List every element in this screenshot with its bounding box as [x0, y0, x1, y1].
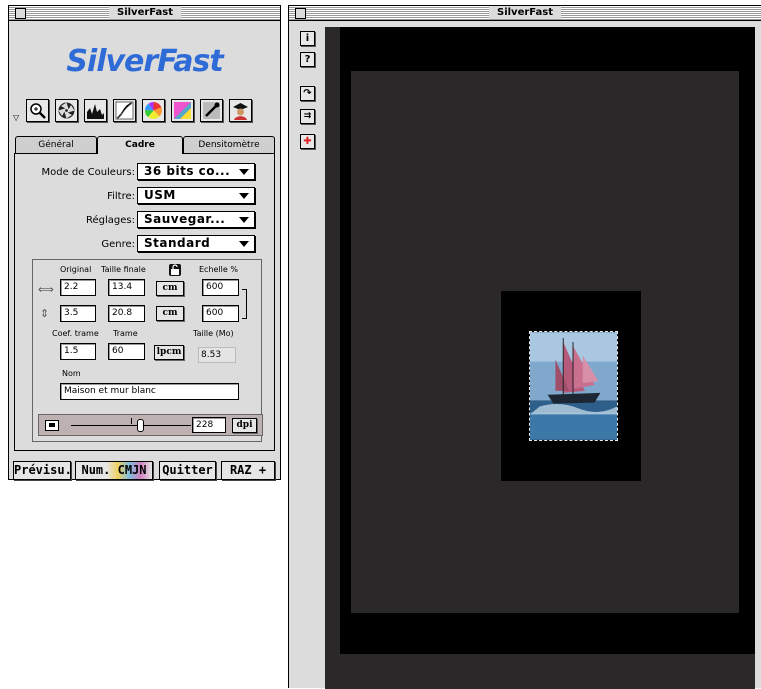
genre-dropdown[interactable]: Standard: [137, 235, 255, 252]
help-button[interactable]: ?: [300, 52, 315, 67]
width-arrow-icon: ⟺: [38, 283, 54, 296]
resolution-field[interactable]: 228: [192, 417, 226, 433]
trame-unit-button[interactable]: lpcm: [154, 345, 184, 360]
preview-area[interactable]: [325, 27, 755, 689]
histogram-icon[interactable]: [84, 99, 107, 122]
chevron-down-icon: [239, 193, 249, 199]
scan-selection[interactable]: [529, 331, 618, 441]
color-wheel-icon[interactable]: [142, 99, 165, 122]
taille-mo-label: Taille (Mo): [193, 329, 234, 338]
mode-couleurs-dropdown[interactable]: 36 bits co...: [137, 163, 255, 180]
original-header: Original: [60, 265, 92, 274]
mode-couleurs-label: Mode de Couleurs:: [41, 167, 135, 178]
reglages-value: Sauvegar...: [144, 212, 226, 226]
reglages-label: Réglages:: [86, 215, 135, 226]
pipette-red-icon[interactable]: ✚: [300, 134, 315, 149]
echelle-header: Echelle %: [199, 265, 238, 274]
aperture-icon[interactable]: [55, 99, 78, 122]
window-title: SilverFast: [108, 6, 182, 19]
slider-mode-icon[interactable]: [45, 420, 59, 431]
lock-icon[interactable]: [169, 264, 181, 276]
width-original-field[interactable]: 2.2: [60, 279, 96, 296]
info-button[interactable]: i: [300, 31, 315, 46]
nom-field[interactable]: Maison et mur blanc: [60, 383, 239, 400]
scale-link-bracket[interactable]: [242, 289, 247, 319]
chevron-down-icon: [239, 217, 249, 223]
taille-finale-header: Taille finale: [101, 265, 146, 274]
window-title: SilverFast: [488, 6, 562, 19]
height-original-field[interactable]: 3.5: [60, 305, 96, 322]
reglages-dropdown[interactable]: Sauvegar...: [137, 211, 255, 228]
preview-button[interactable]: Prévisu.: [13, 461, 72, 480]
close-box[interactable]: [15, 8, 26, 19]
selective-color-icon[interactable]: [171, 99, 194, 122]
filtre-label: Filtre:: [107, 191, 135, 202]
silverfast-control-window: SilverFast SilverFast ▽ Général Cadre De…: [8, 5, 281, 480]
height-arrow-icon: ⇕: [40, 307, 50, 320]
filtre-value: USM: [144, 188, 176, 202]
genre-value: Standard: [144, 236, 211, 250]
rotate-icon[interactable]: ↷: [300, 86, 315, 101]
reset-button[interactable]: RAZ +: [221, 461, 275, 480]
magnifier-icon[interactable]: [26, 99, 49, 122]
width-final-field[interactable]: 13.4: [108, 279, 145, 296]
close-box[interactable]: [295, 8, 306, 19]
resolution-unit-button[interactable]: dpi: [232, 418, 257, 433]
height-unit-button[interactable]: cm: [156, 306, 184, 321]
tab-cadre[interactable]: Cadre: [97, 136, 183, 154]
genre-label: Genre:: [101, 239, 135, 250]
tab-general[interactable]: Général: [15, 136, 97, 153]
taille-mo-value: 8.53: [198, 347, 237, 363]
sailboat-image: [530, 332, 617, 440]
trame-label: Trame: [113, 329, 138, 338]
nom-label: Nom: [62, 369, 81, 378]
slider-thumb[interactable]: [137, 419, 144, 432]
width-unit-button[interactable]: cm: [156, 281, 184, 296]
height-final-field[interactable]: 20.8: [108, 305, 145, 322]
chevron-down-icon: [239, 241, 249, 247]
mode-couleurs-value: 36 bits co...: [144, 164, 231, 178]
filtre-dropdown[interactable]: USM: [137, 187, 255, 204]
preview-scan-bed: [351, 71, 739, 613]
gradation-curve-icon[interactable]: [113, 99, 136, 122]
width-scale-field[interactable]: 600: [202, 279, 239, 296]
resolution-slider[interactable]: [38, 414, 263, 436]
flip-icon[interactable]: ⇉: [300, 109, 315, 124]
coef-trame-field[interactable]: 1.5: [60, 343, 96, 360]
chevron-down-icon: [239, 169, 249, 175]
scan-button[interactable]: Num. CMJN: [75, 461, 153, 480]
trame-field[interactable]: 60: [108, 343, 145, 360]
quit-button[interactable]: Quitter: [159, 461, 216, 480]
coef-trame-label: Coef. trame: [52, 329, 99, 338]
tab-densitometre[interactable]: Densitomètre: [183, 136, 275, 153]
pipette-icon[interactable]: [200, 99, 223, 122]
expand-triangle-icon[interactable]: ▽: [13, 113, 19, 122]
scan-region: [501, 291, 641, 481]
title-bar[interactable]: SilverFast: [9, 6, 280, 21]
expert-icon[interactable]: [229, 99, 252, 122]
silverfast-logo: SilverFast: [66, 44, 223, 79]
preview-window: SilverFast i ? ↷ ⇉ ✚: [288, 5, 761, 689]
slider-tick: [131, 418, 132, 424]
height-scale-field[interactable]: 600: [202, 305, 239, 322]
title-bar[interactable]: SilverFast: [289, 6, 761, 21]
slider-track[interactable]: [71, 425, 191, 426]
